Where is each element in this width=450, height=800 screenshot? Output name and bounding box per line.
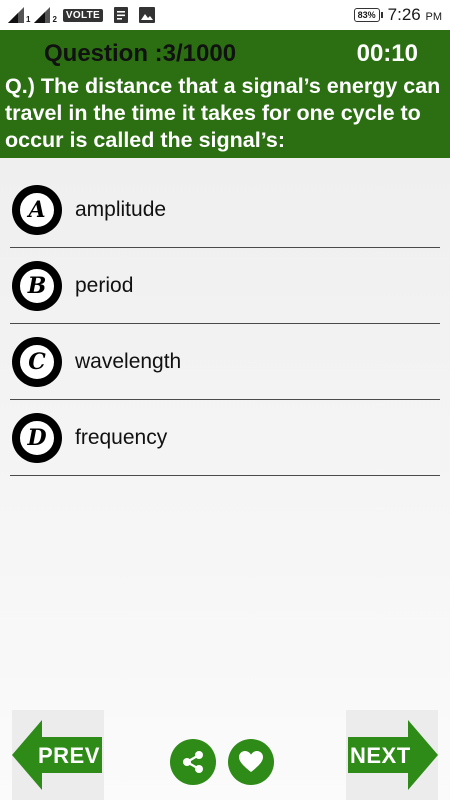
option-text: frequency: [75, 425, 168, 449]
heart-icon: [239, 751, 263, 772]
prev-button[interactable]: PREV: [12, 710, 104, 800]
battery-indicator: 83%: [353, 8, 383, 22]
option-letter: A: [18, 190, 56, 229]
clock: 7:26 PM: [388, 5, 442, 25]
option-d-badge: D: [12, 412, 62, 463]
status-left: 1 2 VOLTE: [8, 7, 155, 24]
clock-time: 7:26: [387, 5, 421, 24]
share-icon: [183, 751, 203, 773]
notification-note-icon: [113, 7, 129, 23]
next-label: NEXT: [350, 743, 411, 768]
option-c[interactable]: C wavelength: [10, 324, 440, 400]
status-bar: 1 2 VOLTE 83% 7:26 PM: [0, 0, 450, 30]
question-counter: Question :3/1000: [44, 40, 237, 67]
prev-label: PREV: [38, 743, 100, 768]
favorite-button[interactable]: [228, 739, 274, 785]
option-text: amplitude: [75, 197, 167, 221]
notification-image-icon: [139, 7, 155, 23]
option-d[interactable]: D frequency: [10, 400, 440, 476]
signal-icon: [34, 7, 52, 23]
signal-icon: [8, 7, 26, 23]
answer-options-list: A amplitude B period C wavelength D freq…: [10, 172, 440, 476]
question-header: Question :3/1000 00:10 Q.) The distance …: [0, 30, 450, 158]
share-button[interactable]: [170, 739, 216, 785]
volte-badge: VOLTE: [62, 8, 103, 22]
option-letter: C: [18, 342, 56, 381]
status-right: 83% 7:26 PM: [353, 5, 442, 25]
clock-suffix: PM: [425, 11, 443, 23]
sim1-label: 1: [26, 14, 31, 24]
question-text: Q.) The distance that a signal’s energy …: [5, 74, 441, 152]
option-text: period: [75, 273, 134, 297]
countdown-timer: 00:10: [356, 40, 418, 67]
sim2-label: 2: [52, 14, 57, 24]
option-text: wavelength: [75, 349, 182, 373]
option-letter: B: [18, 266, 56, 305]
option-a-badge: A: [12, 184, 62, 235]
option-a[interactable]: A amplitude: [10, 172, 440, 248]
option-b-badge: B: [12, 260, 62, 311]
next-button[interactable]: NEXT: [346, 710, 438, 800]
option-letter: D: [18, 418, 56, 457]
option-c-badge: C: [12, 336, 62, 387]
option-b[interactable]: B period: [10, 248, 440, 324]
